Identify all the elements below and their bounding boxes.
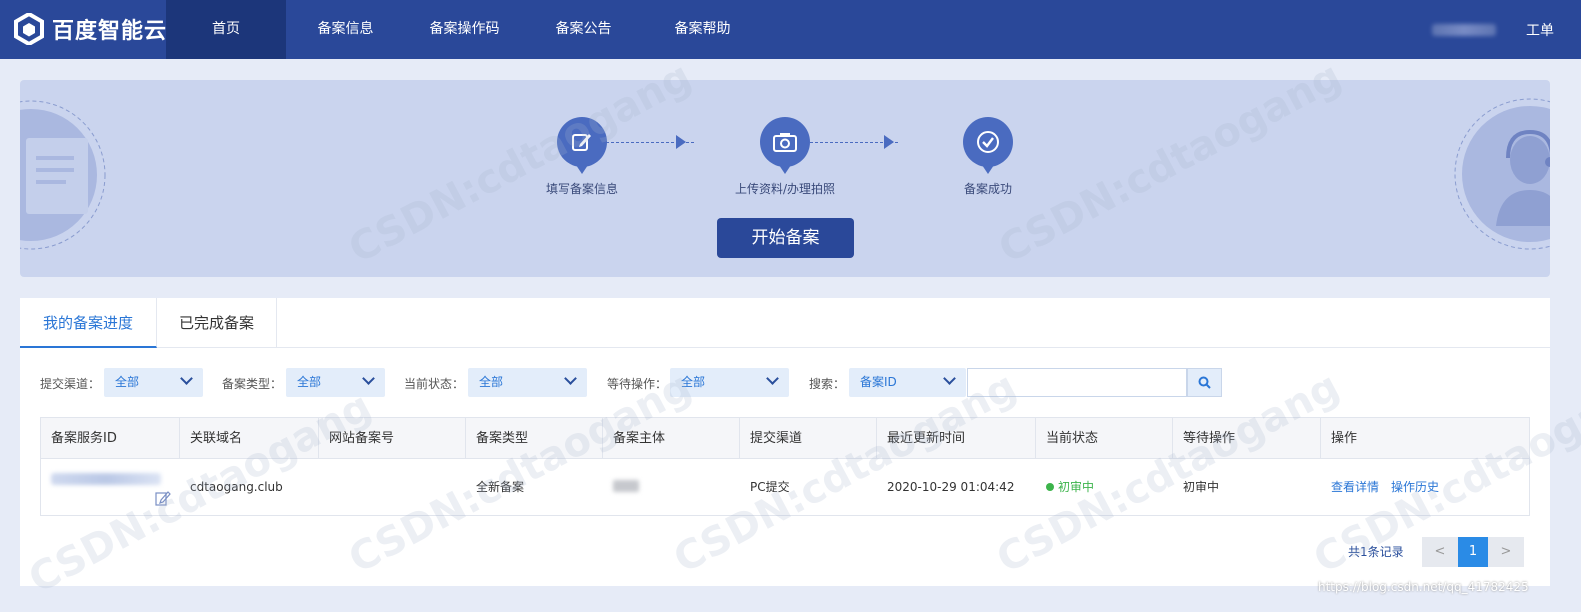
nav-item-filing-info[interactable]: 备案信息 [286,0,405,59]
updated-time-cell: 2020-10-29 01:04:42 [887,480,1015,494]
step-circle [557,117,607,174]
table-header: 备案服务ID 关联域名 网站备案号 备案类型 备案主体 提交渠道 最近更新时间 … [41,418,1529,459]
column-header: 备案主体 [603,418,740,459]
edit-icon[interactable] [155,490,171,506]
tab-my-progress[interactable]: 我的备案进度 [20,298,157,348]
record-no-cell [319,459,329,515]
status-badge: 初审中 [1058,480,1095,494]
status-cell: 初审中 [1036,459,1094,515]
nav-item-announcement[interactable]: 备案公告 [524,0,643,59]
arrow-right-icon [676,135,686,149]
channel-select[interactable]: 全部 [104,368,203,397]
search-button[interactable] [1187,368,1222,397]
nav-item-home[interactable]: 首页 [166,0,286,59]
camera-icon [773,133,797,152]
table-row: cdtaogang.club 全新备案 PC提交 2020-10-29 01:0… [41,459,1529,515]
pending-select-value: 全部 [681,375,706,389]
domain-cell: cdtaogang.club [190,480,283,494]
status-select-value: 全部 [479,375,504,389]
main-nav: 首页 备案信息 备案操作码 备案公告 备案帮助 [166,0,762,59]
nav-item-filing-code[interactable]: 备案操作码 [405,0,524,59]
column-header: 当前状态 [1036,418,1173,459]
start-filing-button[interactable]: 开始备案 [717,218,854,258]
status-dot-icon [1046,482,1054,491]
type-cell: 全新备案 [476,480,525,494]
pending-cell: 初审中 [1183,480,1220,494]
column-header: 操作 [1331,431,1358,446]
service-id-cell [41,459,180,515]
customer-service-illustration-icon [1454,98,1550,250]
channel-cell: PC提交 [750,480,790,494]
filing-progress-panel: 我的备案进度 已完成备案 提交渠道： 全部 备案类型： 全部 当前状态： 全部 … [20,298,1550,586]
watermark-url: https://blog.csdn.net/qq_41782425 [1318,580,1529,594]
pagination: < 1 > [1422,537,1524,567]
search-field-select[interactable]: 备案ID [849,368,966,397]
subject-blurred [613,480,639,492]
status-filter-label: 当前状态： [404,377,465,391]
column-header: 等待操作 [1173,418,1321,459]
type-filter-label: 备案类型： [222,377,283,391]
page-button-current[interactable]: 1 [1458,537,1488,567]
arrow-right-icon [884,135,894,149]
ticket-link[interactable]: 工单 [1526,20,1554,40]
chevron-down-icon [943,372,956,385]
chevron-down-icon [766,372,779,385]
step-circle [760,117,810,174]
column-header: 提交渠道 [740,418,877,459]
filing-table: 备案服务ID 关联域名 网站备案号 备案类型 备案主体 提交渠道 最近更新时间 … [40,417,1530,516]
brand-logo[interactable]: 百度智能云 [14,12,167,46]
step-fill-info: 填写备案信息 [540,117,624,197]
baidu-cloud-logo-icon [14,13,44,45]
search-icon [1198,376,1211,389]
subject-cell [603,459,740,515]
step-success: 备案成功 [946,117,1030,197]
next-page-button[interactable]: > [1488,537,1524,567]
status-select[interactable]: 全部 [468,368,587,397]
step-label: 填写备案信息 [545,182,618,196]
total-records: 共1条记录 [1348,545,1404,559]
column-header: 网站备案号 [319,418,466,459]
column-header: 关联域名 [180,418,319,459]
step-circle [963,117,1013,174]
step-upload-photo: 上传资料/办理拍照 [730,117,840,197]
filing-banner: 填写备案信息 上传资料/办理拍照 备案成功 开始备案 [20,80,1550,277]
service-id-blurred [51,473,161,485]
view-details-link[interactable]: 查看详情 [1331,480,1379,494]
type-select-value: 全部 [297,375,322,389]
document-illustration-icon [20,100,106,250]
tab-bar: 我的备案进度 已完成备案 [20,298,1550,348]
prev-page-button[interactable]: < [1422,537,1458,567]
column-header: 备案服务ID [41,418,180,459]
pending-filter-label: 等待操作： [607,377,668,391]
nav-item-help[interactable]: 备案帮助 [643,0,762,59]
top-navbar: 百度智能云 首页 备案信息 备案操作码 备案公告 备案帮助 工单 [0,0,1581,59]
channel-select-value: 全部 [115,375,140,389]
chevron-down-icon [564,372,577,385]
actions-cell: 查看详情 操作历史 [1321,459,1451,515]
operation-history-link[interactable]: 操作历史 [1391,480,1439,494]
search-label: 搜索： [809,377,846,391]
search-field-value: 备案ID [860,375,897,389]
column-header: 最近更新时间 [877,418,1036,459]
edit-icon [572,134,591,151]
step-label: 备案成功 [963,182,1012,196]
type-select[interactable]: 全部 [286,368,385,397]
chevron-down-icon [362,372,375,385]
check-icon [977,131,999,153]
column-header: 备案类型 [466,418,603,459]
chevron-down-icon [180,372,193,385]
channel-filter-label: 提交渠道： [40,377,101,391]
search-input[interactable] [967,368,1187,397]
brand-name: 百度智能云 [52,19,168,44]
user-account-blurred[interactable] [1432,24,1496,36]
tab-completed[interactable]: 已完成备案 [157,298,277,348]
pending-select[interactable]: 全部 [670,368,789,397]
step-label: 上传资料/办理拍照 [734,182,836,196]
